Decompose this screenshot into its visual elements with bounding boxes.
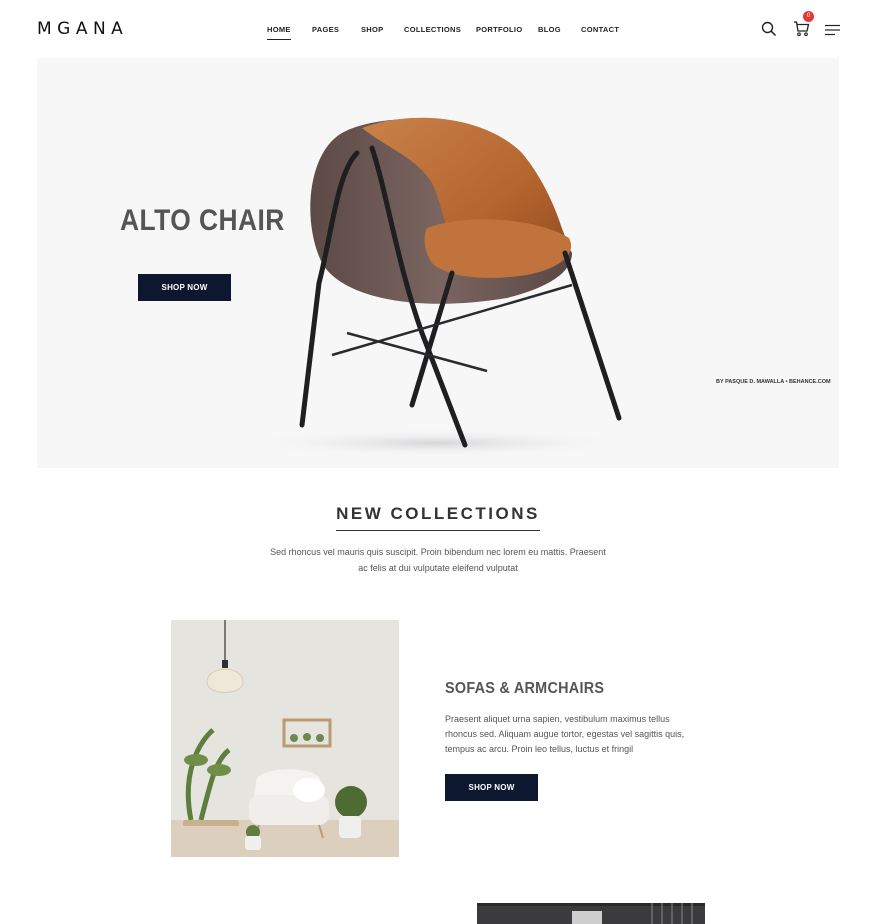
collection-shop-now-button[interactable]: SHOP NOW [445,774,538,801]
new-collections-description: Sed rhoncus vel mauris quis suscipit. Pr… [0,544,876,576]
search-icon[interactable] [761,21,777,42]
nav-item-home[interactable]: HOME [267,25,291,40]
collection-title: SOFAS & ARMCHAIRS [445,680,605,697]
section-title: NEW COLLECTIONS [336,504,540,531]
description-line: tempus ac arcu. Proin leo tellus, luctus… [445,744,634,754]
chair-image [247,117,627,457]
hero-image-credit: BY PASQUE D. MAWALLA • BEHANCE.COM [716,379,831,385]
nav-item-contact[interactable]: CONTACT [581,25,619,34]
description-line: rhoncus sed. Aliquam augue tortor, egest… [445,729,685,739]
hero-shop-now-button[interactable]: SHOP NOW [138,274,231,301]
menu-icon[interactable] [825,23,841,41]
nav-item-portfolio[interactable]: PORTFOLIO [476,25,522,34]
nav-item-blog[interactable]: BLOG [538,25,561,34]
sofas-armchairs-image[interactable] [171,620,399,857]
next-collection-image[interactable] [477,903,705,924]
nav-item-shop[interactable]: SHOP [361,25,383,34]
site-header: MGANA HOME PAGES SHOP COLLECTIONS PORTFO… [0,0,876,58]
collection-description: Praesent aliquet urna sapien, vestibulum… [445,712,705,757]
description-line: Praesent aliquet urna sapien, vestibulum… [445,714,670,724]
description-line: ac felis at dui vulputate eleifend vulpu… [358,563,518,573]
main-nav: HOME PAGES SHOP COLLECTIONS PORTFOLIO BL… [0,25,876,41]
description-line: Sed rhoncus vel mauris quis suscipit. Pr… [270,547,606,557]
nav-item-collections[interactable]: COLLECTIONS [404,25,461,34]
nav-item-pages[interactable]: PAGES [312,25,339,34]
new-collections-heading: NEW COLLECTIONS [0,504,876,531]
hero-banner: ALTO CHAIR SHOP NOW BY PASQUE D. MAWALLA… [37,58,839,468]
cart-icon[interactable] [793,20,810,42]
cart-count-badge: 0 [803,11,814,22]
